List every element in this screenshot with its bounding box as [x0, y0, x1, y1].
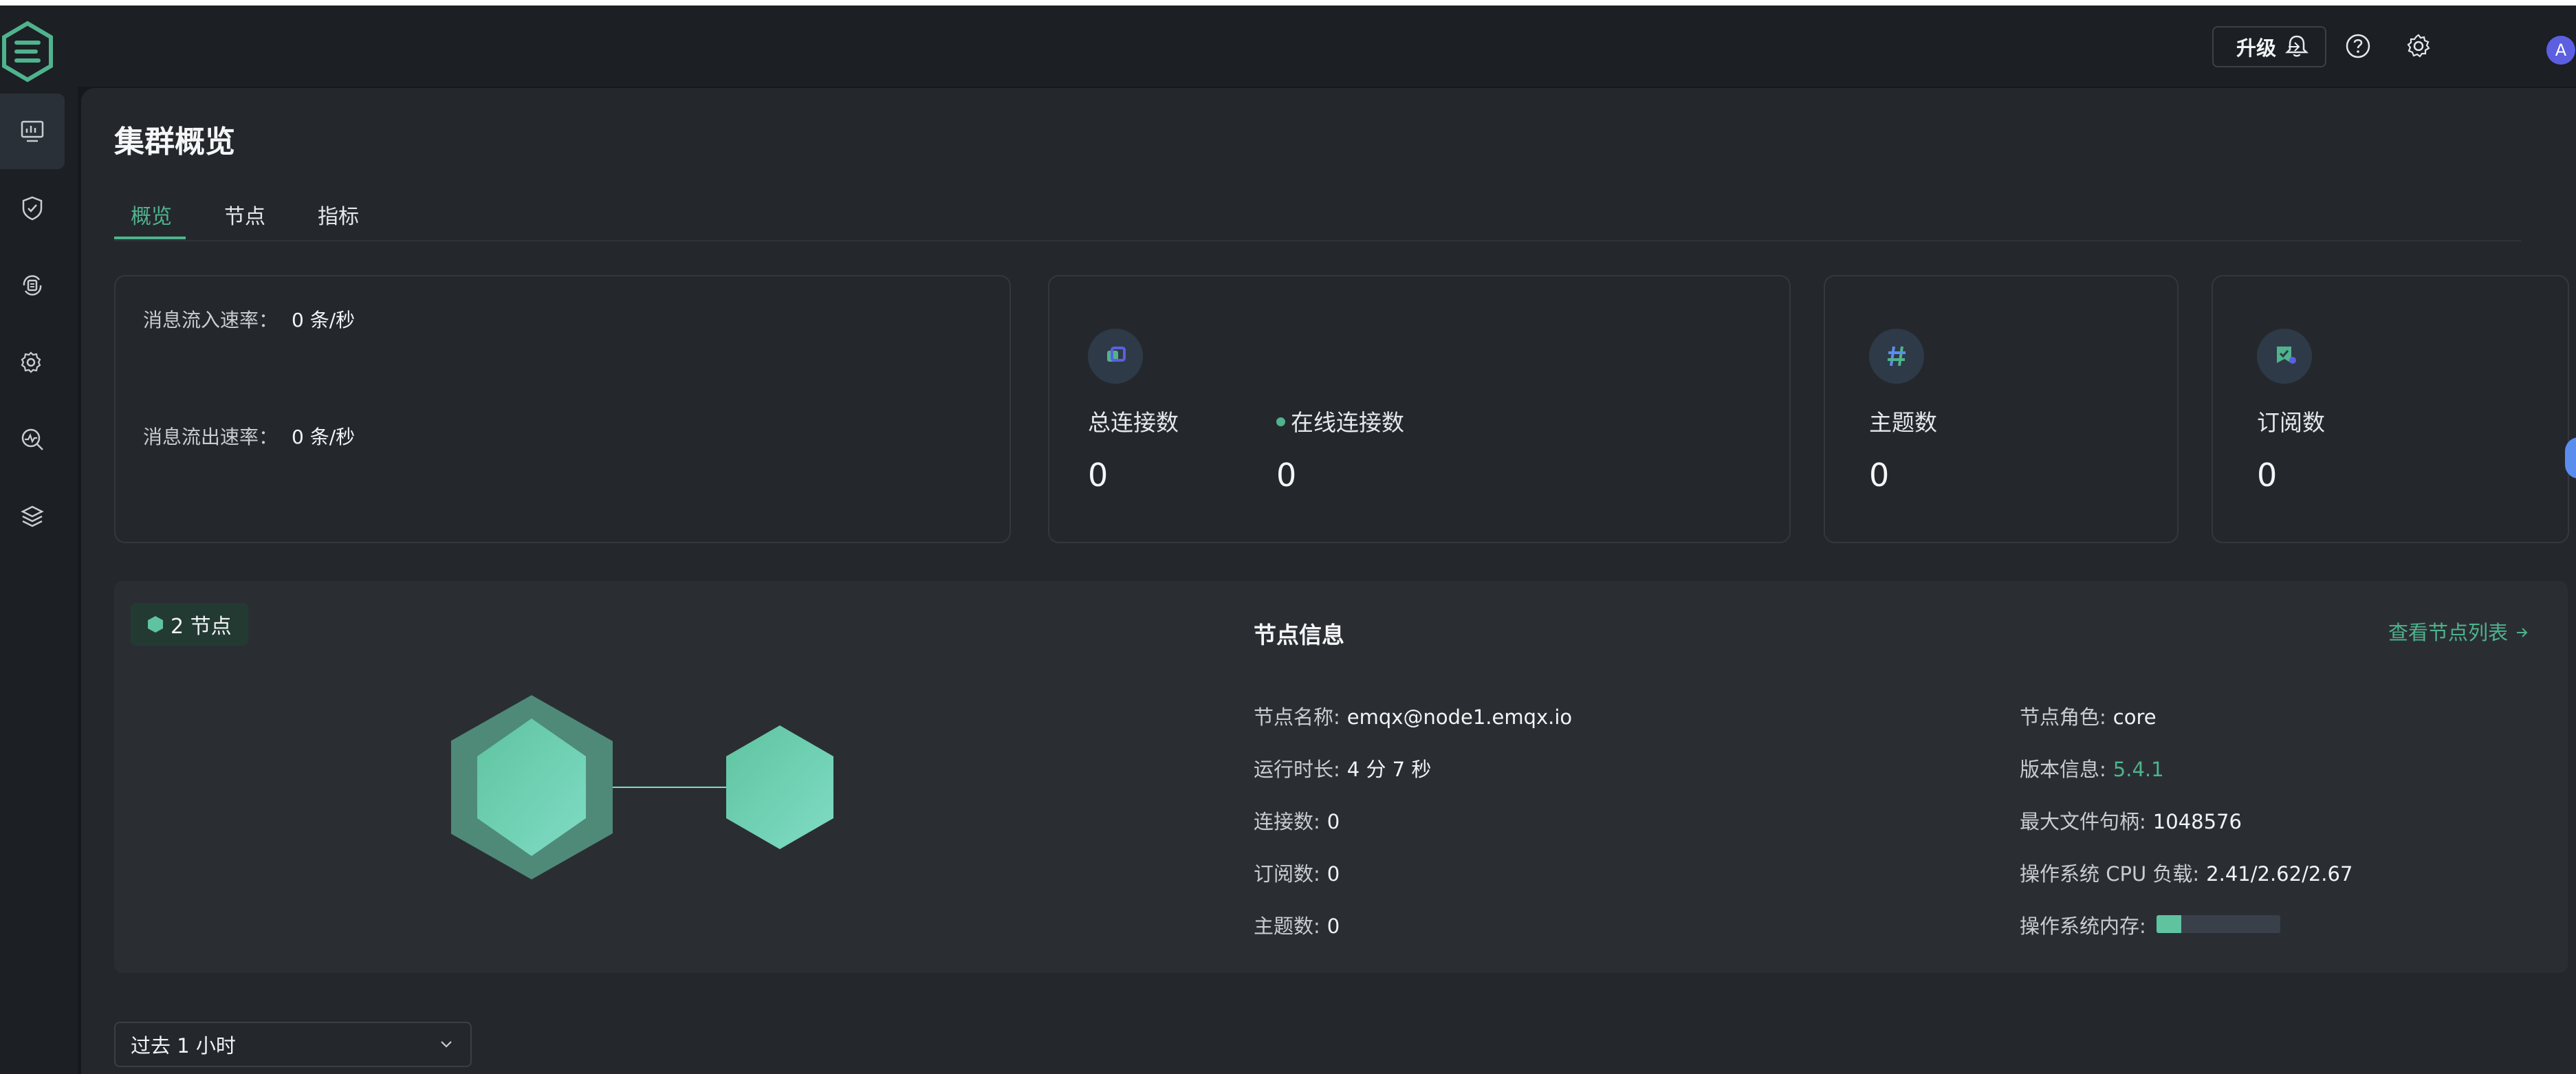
subscriptions-label: 订阅数 — [2257, 409, 2325, 436]
gear-settings-icon — [21, 351, 41, 373]
node-panel: 2 节点 节点信息 查看节点列表 节点名称: emqx@node1.emqx.io… — [114, 581, 2568, 973]
tab-overview[interactable]: 概览 — [131, 199, 172, 230]
emqx-logo[interactable] — [0, 21, 55, 83]
tab-divider — [114, 240, 2521, 241]
total-connections-value: 0 — [1088, 457, 1109, 494]
monitor-chart-icon — [21, 120, 44, 142]
user-avatar[interactable]: A — [2546, 36, 2575, 65]
diagnose-search-icon — [21, 428, 43, 450]
out-rate-value: 0 条/秒 — [292, 426, 356, 448]
top-strip — [0, 0, 2576, 6]
in-rate-value: 0 条/秒 — [292, 309, 356, 331]
cpu-load-row: 操作系统 CPU 负载: 2.41/2.62/2.67 — [2020, 862, 2353, 886]
hash-icon — [1869, 329, 1924, 384]
time-range-select[interactable]: 过去 1 小时 — [114, 1022, 472, 1067]
topics-label: 主题数 — [1869, 409, 1937, 436]
view-node-list-link[interactable]: 查看节点列表 — [2388, 617, 2531, 646]
shield-check-icon — [22, 196, 43, 221]
topics-card: 主题数 0 — [1824, 275, 2179, 543]
memory-usage-bar — [2157, 915, 2280, 933]
node-topics-row: 主题数: 0 — [1254, 914, 1340, 938]
page-title: 集群概览 — [114, 124, 235, 160]
node-count-badge: 2 节点 — [131, 603, 248, 646]
node-subscriptions-row: 订阅数: 0 — [1254, 862, 1340, 886]
cluster-topology-graphic — [451, 695, 833, 879]
message-rate-card: 消息流入速率： 0 条/秒 消息流出速率： 0 条/秒 — [114, 275, 1011, 543]
integration-icon — [23, 275, 42, 296]
max-fds-row: 最大文件句柄: 1048576 — [2020, 810, 2242, 833]
node-hexagon — [726, 725, 833, 849]
sidebar-item-integration[interactable] — [0, 248, 65, 323]
top-header: 升级 A admin — [78, 6, 2576, 87]
sidebar-item-access-control[interactable] — [0, 171, 65, 246]
node-info-title: 节点信息 — [1254, 622, 1344, 648]
arrow-right-icon — [2517, 628, 2528, 637]
in-rate-label: 消息流入速率： — [143, 309, 279, 331]
connections-icon — [1088, 329, 1143, 384]
online-connections-label: 在线连接数 — [1276, 404, 1404, 437]
os-memory-row: 操作系统内存: — [2020, 914, 2146, 938]
uptime-row: 运行时长: 4 分 7 秒 — [1254, 758, 1432, 781]
settings-gear-icon[interactable] — [2403, 30, 2434, 62]
topics-value: 0 — [1869, 457, 1890, 494]
sidebar-item-dashboard[interactable] — [0, 94, 65, 169]
sidebar-item-management[interactable] — [0, 325, 65, 400]
subscriptions-card: 订阅数 0 — [2212, 275, 2569, 543]
subscriptions-value: 0 — [2257, 457, 2278, 494]
subscription-flag-icon — [2257, 329, 2312, 384]
side-drawer-handle[interactable] — [2565, 437, 2576, 479]
sidebar-item-diagnose[interactable] — [0, 402, 65, 477]
active-tab-indicator — [114, 237, 186, 239]
help-icon[interactable] — [2342, 30, 2374, 62]
layers-icon — [21, 505, 44, 527]
chevron-down-icon — [441, 1041, 452, 1048]
notification-bell-icon[interactable] — [2281, 30, 2313, 62]
hexagon-icon — [148, 616, 163, 633]
memory-usage-fill — [2157, 915, 2181, 933]
node-connections-row: 连接数: 0 — [1254, 810, 1340, 833]
tab-metrics[interactable]: 指标 — [318, 199, 359, 230]
tab-nodes[interactable]: 节点 — [224, 199, 265, 230]
connections-card: 总连接数 0 在线连接数 0 — [1048, 275, 1791, 543]
version-row: 版本信息: 5.4.1 — [2020, 758, 2164, 781]
out-rate-label: 消息流出速率： — [143, 426, 279, 448]
online-connections-value: 0 — [1276, 457, 1297, 494]
sidebar — [0, 6, 78, 1074]
node-name-row: 节点名称: emqx@node1.emqx.io — [1254, 705, 1573, 729]
total-connections-label: 总连接数 — [1088, 409, 1179, 436]
online-status-dot — [1276, 417, 1285, 426]
sidebar-item-extensions[interactable] — [0, 479, 65, 554]
node-role-row: 节点角色: core — [2020, 705, 2157, 729]
